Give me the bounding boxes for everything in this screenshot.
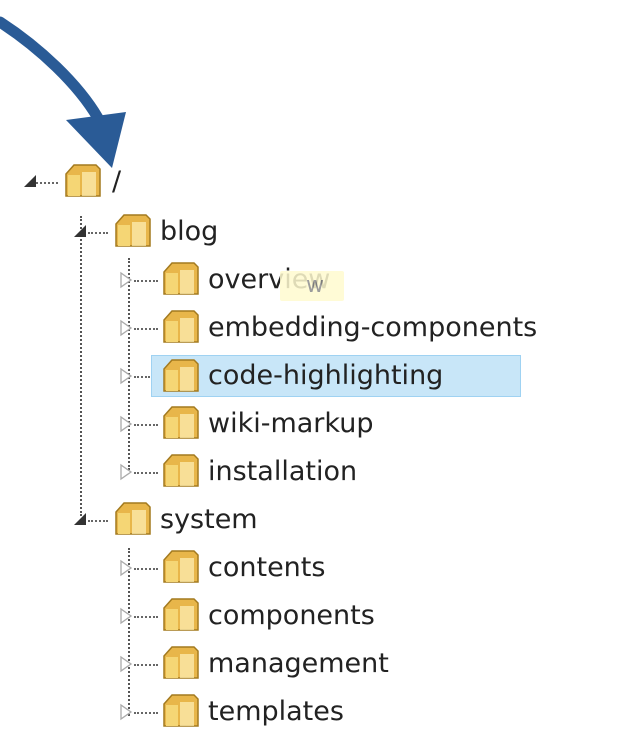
folder-icon (163, 598, 199, 631)
tree-node-label: contents (208, 552, 326, 583)
tree-connector-vertical (80, 216, 82, 516)
triangle-collapsed-icon[interactable] (118, 270, 134, 290)
tree-connector-horizontal (134, 280, 158, 282)
tree-connector-horizontal (134, 424, 158, 426)
triangle-expanded-icon[interactable] (72, 222, 88, 242)
tree-node-label: / (112, 166, 122, 197)
tree-connector-horizontal (134, 568, 158, 570)
folder-icon (163, 694, 199, 727)
folder-icon (115, 502, 151, 535)
tree-node-label: system (160, 504, 258, 535)
tree-node-label: embedding-components (208, 312, 538, 343)
folder-icon (163, 646, 199, 679)
tree-connector-horizontal (134, 712, 158, 714)
tree-view: / blog overview embedding-components cod… (0, 0, 642, 731)
tree-node-label: templates (208, 696, 344, 727)
tree-node-label: management (208, 648, 389, 679)
folder-icon (163, 550, 199, 583)
tree-connector-horizontal (134, 376, 150, 378)
folder-icon (163, 406, 199, 439)
triangle-expanded-icon[interactable] (22, 172, 38, 192)
tree-node-label: code-highlighting (208, 360, 444, 391)
triangle-expanded-icon[interactable] (72, 510, 88, 530)
tree-connector-horizontal (88, 520, 108, 522)
folder-icon (115, 214, 151, 247)
tree-connector-horizontal (134, 616, 158, 618)
tree-connector-horizontal (134, 472, 158, 474)
folder-icon (65, 164, 101, 197)
tree-connector-horizontal (36, 182, 58, 184)
tree-node-label: installation (208, 456, 358, 487)
tree-node-label: components (208, 600, 375, 631)
triangle-collapsed-icon[interactable] (118, 606, 134, 626)
tree-connector-horizontal (134, 664, 158, 666)
tree-connector-horizontal (134, 328, 158, 330)
triangle-collapsed-icon[interactable] (118, 366, 134, 386)
triangle-collapsed-icon[interactable] (118, 558, 134, 578)
triangle-collapsed-icon[interactable] (118, 654, 134, 674)
folder-icon (163, 262, 199, 295)
tree-connector-horizontal (88, 232, 108, 234)
folder-icon (163, 359, 199, 392)
triangle-collapsed-icon[interactable] (118, 702, 134, 722)
triangle-collapsed-icon[interactable] (118, 318, 134, 338)
tree-node-label: wiki-markup (208, 408, 374, 439)
triangle-collapsed-icon[interactable] (118, 414, 134, 434)
tree-node-label: blog (160, 216, 219, 247)
folder-icon (163, 454, 199, 487)
folder-icon (163, 310, 199, 343)
triangle-collapsed-icon[interactable] (118, 462, 134, 482)
tooltip: w (280, 271, 344, 301)
